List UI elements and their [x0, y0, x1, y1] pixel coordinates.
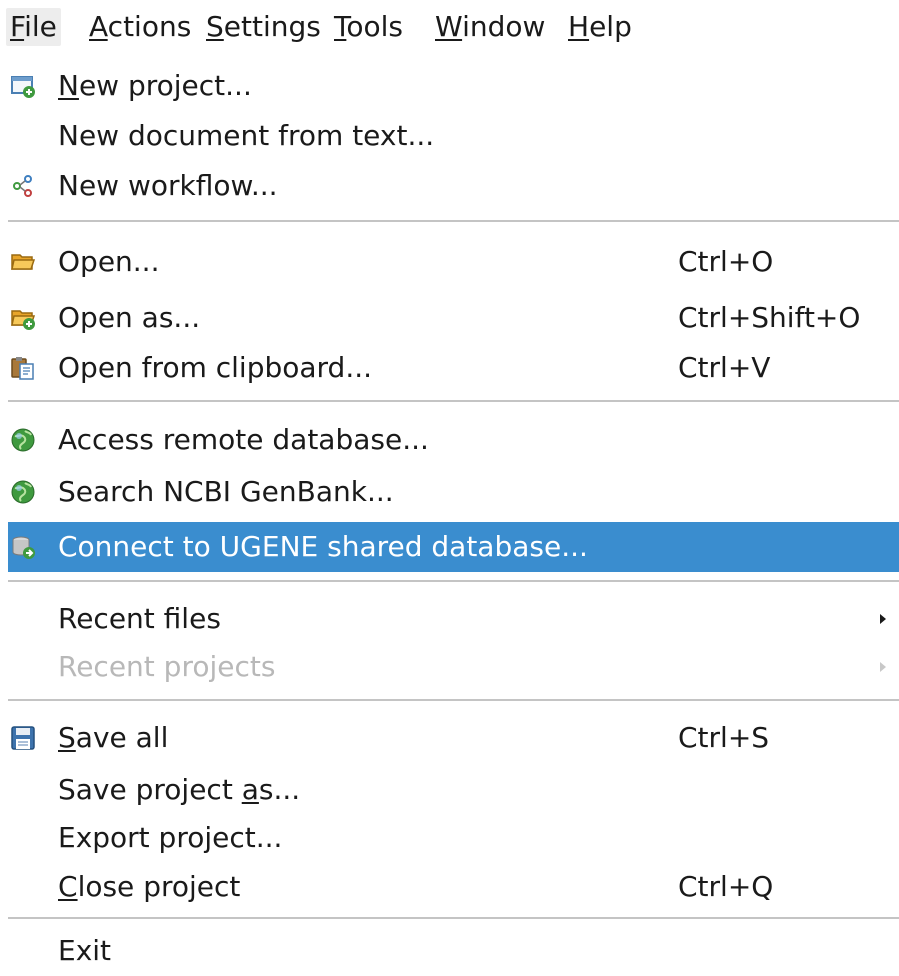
menu-item-new-document-from-text[interactable]: New document from text...: [8, 112, 899, 160]
menu-item-connect-to-ugene-shared-database[interactable]: Connect to UGENE shared database...: [8, 522, 899, 572]
database-connect-icon: [10, 534, 36, 560]
menu-settings-label: Settings: [206, 10, 321, 43]
open-from-clipboard-shortcut: Ctrl+V: [678, 351, 771, 384]
connect-to-ugene-shared-database-label: Connect to UGENE shared database...: [58, 530, 588, 563]
close-project-shortcut: Ctrl+Q: [678, 870, 774, 903]
separator: [8, 699, 899, 701]
menu-item-save-project-as[interactable]: Save project as...: [8, 766, 899, 814]
menu-window[interactable]: Window: [431, 8, 549, 46]
recent-projects-label: Recent projects: [58, 650, 276, 683]
submenu-arrow-icon: [880, 662, 886, 672]
new-project-icon: [10, 73, 36, 99]
separator: [8, 580, 899, 582]
workflow-icon: [10, 173, 36, 199]
separator: [8, 400, 899, 402]
globe-icon: [10, 479, 36, 505]
floppy-disk-icon: [10, 725, 36, 751]
save-all-shortcut: Ctrl+S: [678, 721, 770, 754]
menu-item-recent-projects: Recent projects: [8, 643, 899, 691]
menu-item-open-as[interactable]: Open as... Ctrl+Shift+O: [8, 294, 899, 342]
menu-tools[interactable]: Tools: [330, 8, 407, 46]
menu-item-search-ncbi-genbank[interactable]: Search NCBI GenBank...: [8, 468, 899, 516]
menu-item-new-project[interactable]: New project...: [8, 62, 899, 110]
search-ncbi-genbank-label: Search NCBI GenBank...: [58, 475, 394, 508]
exit-label: Exit: [58, 934, 112, 967]
save-project-as-label: Save project as...: [58, 773, 301, 806]
open-label: Open...: [58, 245, 160, 278]
submenu-arrow-icon: [880, 614, 886, 624]
new-project-label: New project...: [58, 69, 252, 102]
open-as-label: Open as...: [58, 301, 201, 334]
clipboard-icon: [10, 355, 36, 381]
menu-item-save-all[interactable]: Save all Ctrl+S: [8, 714, 899, 762]
menu-bar: File Actions Settings Tools Window Help: [0, 0, 899, 50]
recent-files-label: Recent files: [58, 602, 221, 635]
new-document-from-text-label: New document from text...: [58, 119, 435, 152]
menu-item-exit[interactable]: Exit: [8, 927, 899, 975]
open-from-clipboard-label: Open from clipboard...: [58, 351, 373, 384]
new-workflow-label: New workflow...: [58, 169, 278, 202]
menu-file-label: File: [10, 10, 57, 43]
menu-item-close-project[interactable]: Close project Ctrl+Q: [8, 863, 899, 911]
menu-file[interactable]: File: [6, 8, 61, 46]
file-menu-dropdown: New project... New document from text...…: [8, 50, 899, 976]
menu-item-export-project[interactable]: Export project...: [8, 814, 899, 862]
menu-window-label: Window: [435, 10, 546, 43]
export-project-label: Export project...: [58, 821, 283, 854]
globe-icon: [10, 427, 36, 453]
menu-tools-label: Tools: [334, 10, 403, 43]
folder-open-icon: [10, 249, 36, 275]
menu-item-new-workflow[interactable]: New workflow...: [8, 162, 899, 210]
menu-help-label: Help: [568, 10, 632, 43]
menu-help[interactable]: Help: [564, 8, 636, 46]
folder-open-as-icon: [10, 305, 36, 331]
menu-item-recent-files[interactable]: Recent files: [8, 595, 899, 643]
open-shortcut: Ctrl+O: [678, 245, 774, 278]
save-all-label: Save all: [58, 721, 169, 754]
menu-item-access-remote-database[interactable]: Access remote database...: [8, 416, 899, 464]
menu-item-open[interactable]: Open... Ctrl+O: [8, 238, 899, 286]
menu-settings[interactable]: Settings: [202, 8, 325, 46]
access-remote-database-label: Access remote database...: [58, 423, 429, 456]
menu-actions-label: Actions: [89, 10, 192, 43]
menu-actions[interactable]: Actions: [85, 8, 195, 46]
menu-item-open-from-clipboard[interactable]: Open from clipboard... Ctrl+V: [8, 344, 899, 392]
separator: [8, 917, 899, 919]
separator: [8, 220, 899, 222]
open-as-shortcut: Ctrl+Shift+O: [678, 301, 861, 334]
close-project-label: Close project: [58, 870, 241, 903]
